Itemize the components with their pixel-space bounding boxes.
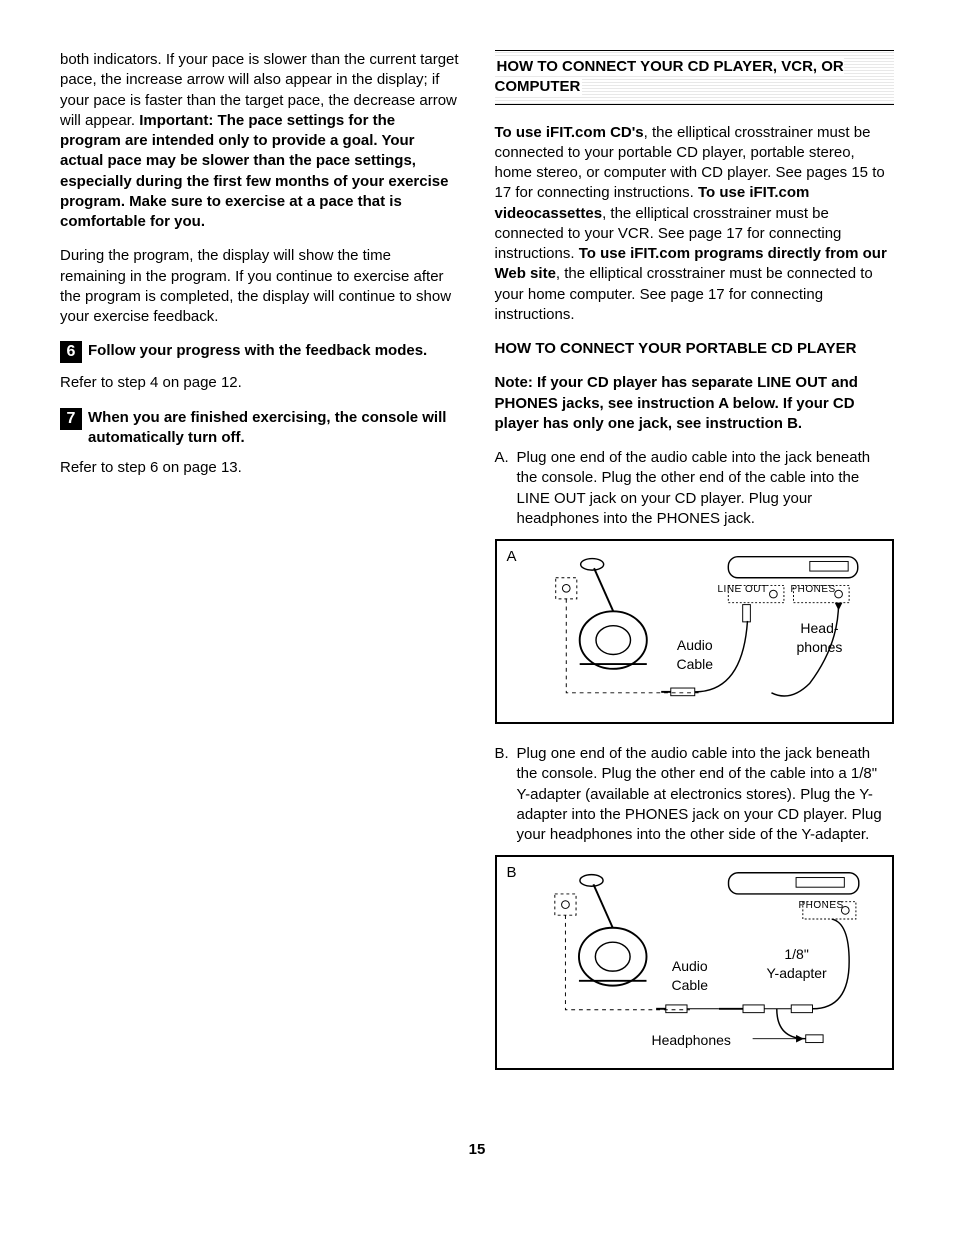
paragraph-pace: both indicators. If your pace is slower … (60, 50, 460, 232)
phones-label: PHONES (799, 899, 844, 913)
step-7: 7 When you are finished exercising, the … (60, 408, 460, 449)
instruction-b: B. Plug one end of the audio cable into … (495, 744, 895, 845)
text: Audio (677, 637, 713, 653)
text: Cable (672, 977, 709, 993)
lineout-label: LINE OUT (718, 583, 768, 597)
right-column: HOW TO CONNECT YOUR CD PLAYER, VCR, OR C… (495, 50, 895, 1090)
text: Head- (800, 620, 838, 636)
step-number-icon: 7 (60, 408, 82, 430)
instruction-text: Plug one end of the audio cable into the… (517, 744, 895, 845)
text: phones (797, 639, 843, 655)
phones-label: PHONES (791, 583, 836, 597)
audio-label: Audio Cable (672, 957, 709, 995)
step-6-ref: Refer to step 4 on page 12. (60, 373, 460, 393)
text: Audio (672, 958, 708, 974)
marker: B. (495, 744, 517, 845)
step-title: When you are finished exercising, the co… (88, 408, 460, 449)
step-7-ref: Refer to step 6 on page 13. (60, 458, 460, 478)
section-heading-text: HOW TO CONNECT YOUR CD PLAYER, VCR, OR C… (495, 58, 844, 95)
marker: A. (495, 448, 517, 529)
left-column: both indicators. If your pace is slower … (60, 50, 460, 1090)
step-number-icon: 6 (60, 341, 82, 363)
step-title: Follow your progress with the feedback m… (88, 341, 460, 361)
step-6: 6 Follow your progress with the feedback… (60, 341, 460, 363)
instruction-a: A. Plug one end of the audio cable into … (495, 448, 895, 529)
diagram-letter: A (507, 547, 517, 567)
important-text: Important: The pace settings for the pro… (60, 112, 448, 230)
diagram-b: B (495, 855, 895, 1070)
page-number: 15 (60, 1140, 894, 1160)
audio-label: Audio Cable (677, 636, 714, 674)
two-column-layout: both indicators. If your pace is slower … (60, 50, 894, 1090)
headphones-label: Headphones (652, 1031, 731, 1050)
instruction-text: Plug one end of the audio cable into the… (517, 448, 895, 529)
intro-paragraph: To use iFIT.com CD's, the elliptical cro… (495, 123, 895, 326)
diagram-a: A (495, 539, 895, 724)
text: 1/8" (784, 946, 808, 962)
paragraph-display: During the program, the display will sho… (60, 246, 460, 327)
headphones-label: Head- phones (797, 619, 843, 657)
note-paragraph: Note: If your CD player has separate LIN… (495, 373, 895, 434)
section-heading: HOW TO CONNECT YOUR CD PLAYER, VCR, OR C… (495, 50, 895, 105)
diagram-letter: B (507, 863, 517, 883)
text: Y-adapter (767, 965, 827, 981)
text: Cable (677, 656, 714, 672)
yadapter-label: 1/8" Y-adapter (767, 945, 827, 983)
sub-heading: HOW TO CONNECT YOUR PORTABLE CD PLAYER (495, 339, 895, 359)
bold-span: To use iFIT.com CD's (495, 124, 644, 141)
